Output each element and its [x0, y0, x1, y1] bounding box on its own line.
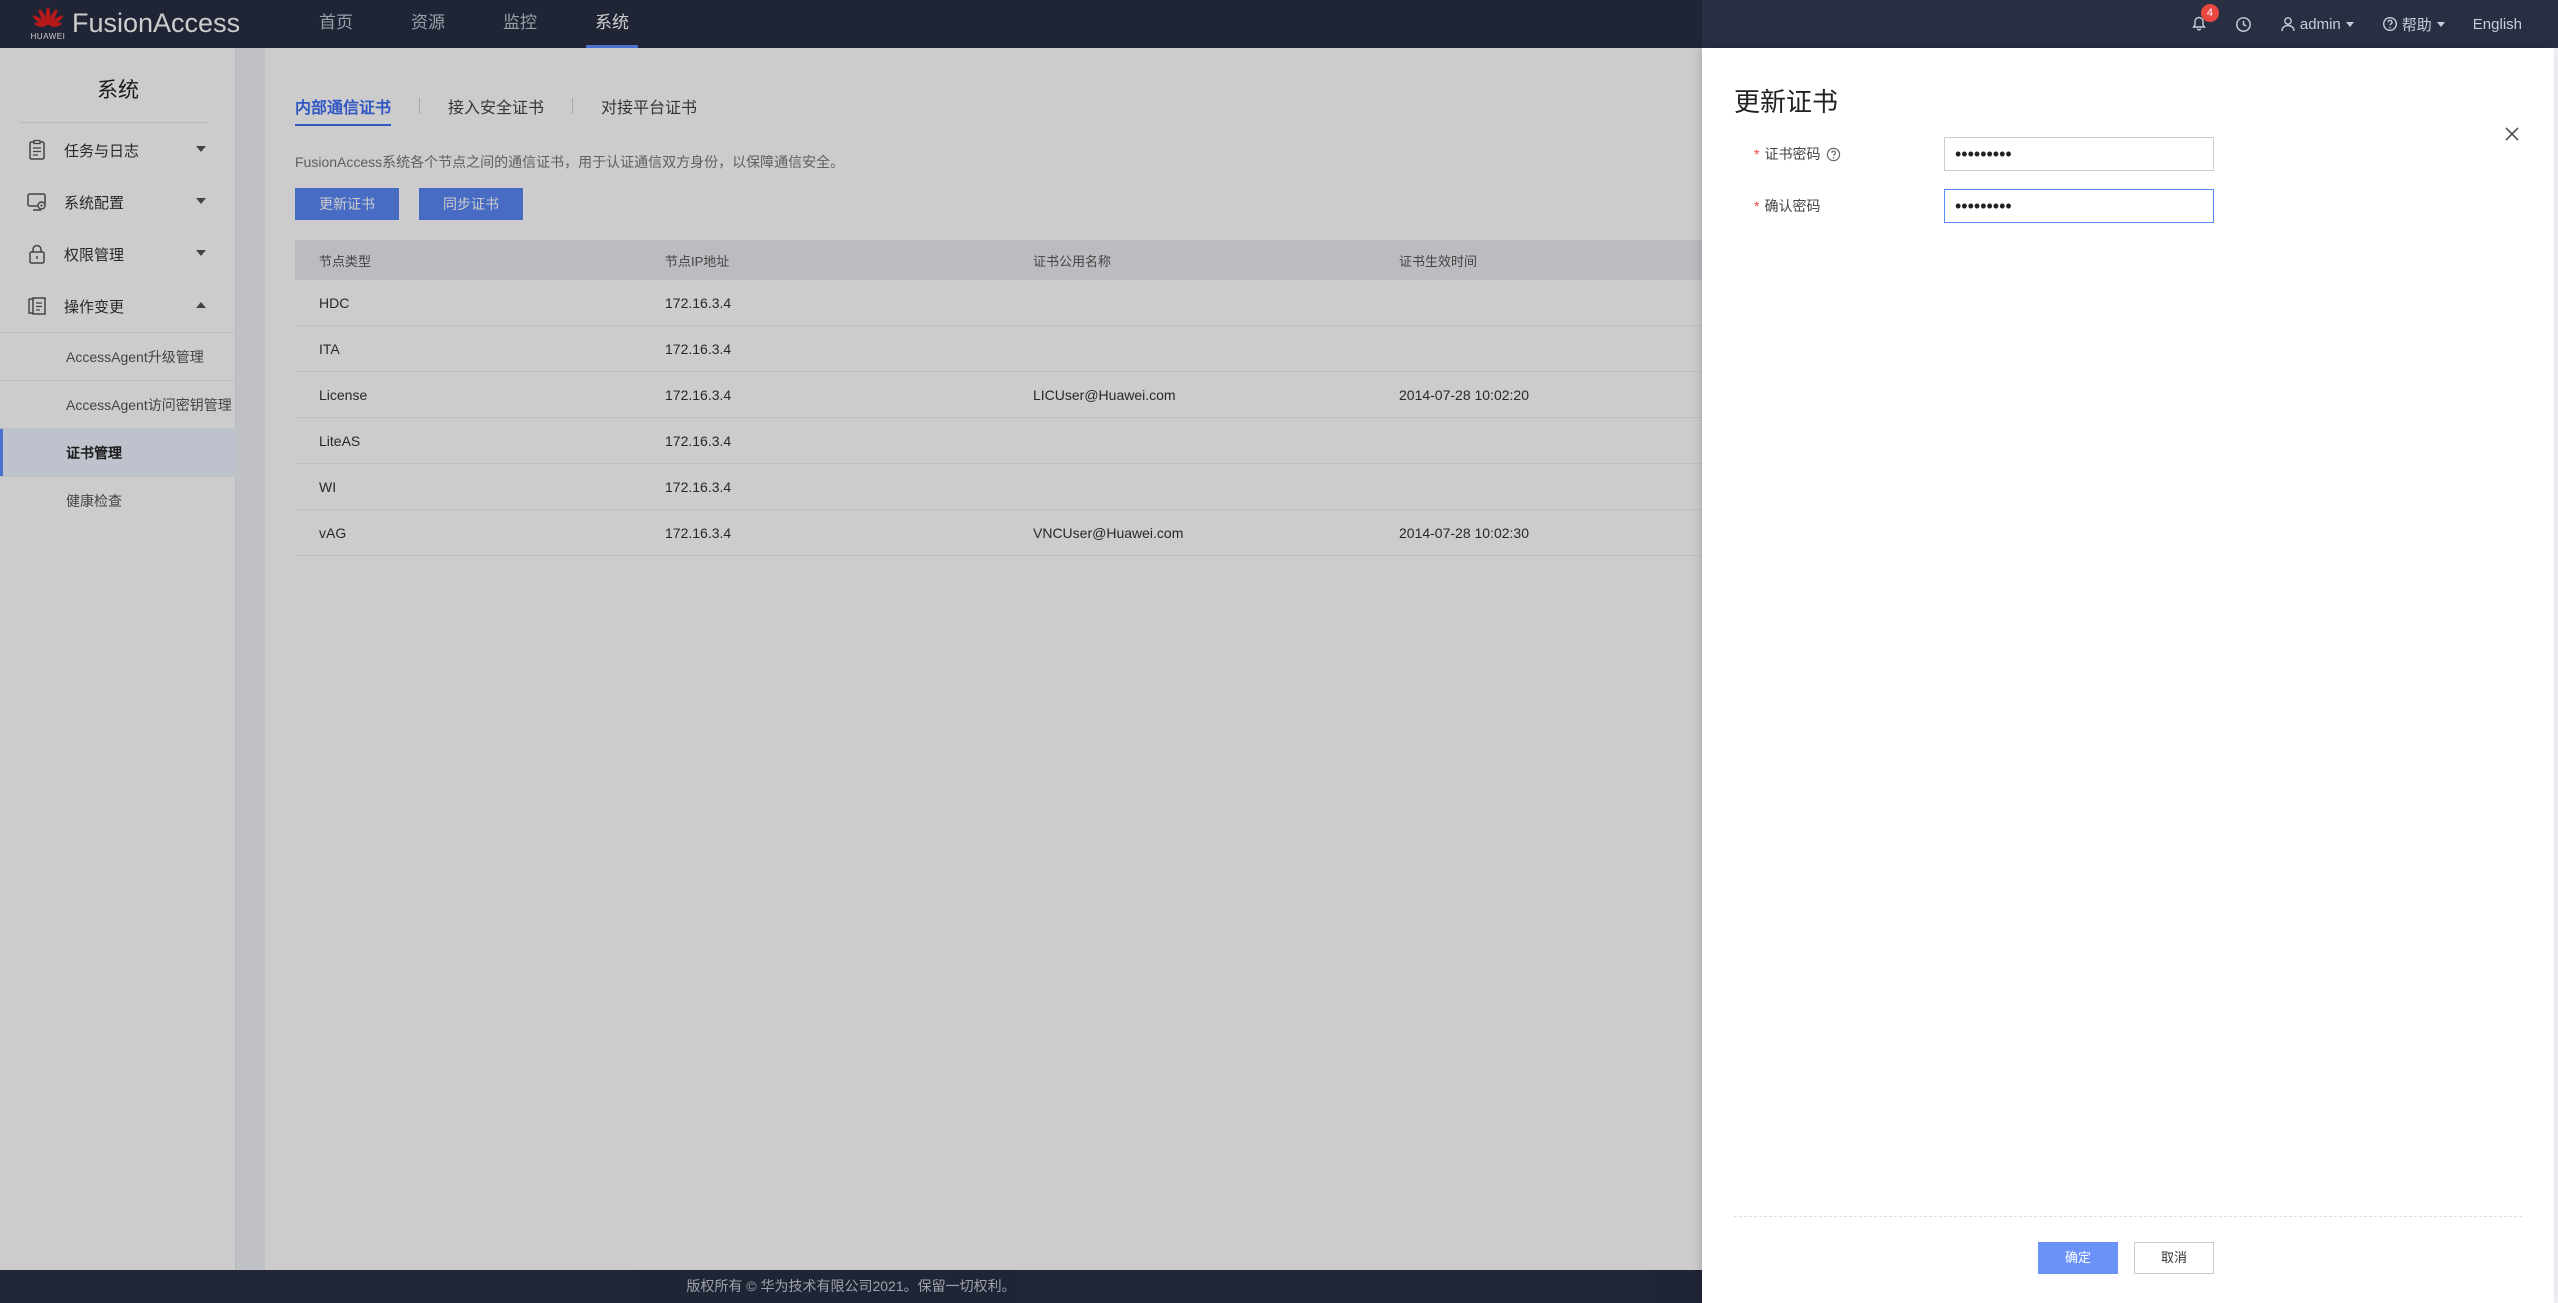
modal-overlay[interactable]	[0, 0, 1702, 1303]
chevron-down-icon	[2436, 21, 2445, 27]
cert-password-label-text: 证书密码	[1764, 146, 1821, 162]
cert-password-input[interactable]: •••••••••	[1944, 137, 2214, 171]
help-label: 帮助	[2401, 16, 2432, 34]
clock-icon	[2235, 16, 2251, 32]
confirm-password-input[interactable]: •••••••••	[1944, 189, 2214, 223]
help-icon[interactable]	[1826, 147, 1841, 162]
cancel-button[interactable]: 取消	[2134, 1242, 2214, 1274]
header-tools: 4 admin 帮助 English	[2191, 0, 2558, 48]
update-cert-drawer: 更新证书 * 证书密码 ••••••••• * 确认密码 ••••••••• 确…	[1702, 48, 2554, 1303]
required-marker: *	[1754, 198, 1760, 214]
language-switch[interactable]: English	[2473, 16, 2522, 33]
user-icon	[2281, 17, 2295, 32]
help-icon	[2382, 16, 2397, 32]
confirm-password-label: * 确认密码	[1754, 189, 1820, 223]
confirm-button[interactable]: 确定	[2038, 1242, 2118, 1274]
notification-badge: 4	[2200, 4, 2219, 22]
drawer-divider	[1734, 1216, 2522, 1217]
close-icon[interactable]	[2502, 124, 2522, 144]
username: admin	[2299, 15, 2341, 33]
chevron-down-icon	[2345, 21, 2354, 27]
history-button[interactable]	[2235, 16, 2252, 33]
user-menu[interactable]: admin	[2280, 16, 2354, 33]
help-menu[interactable]: 帮助	[2382, 14, 2445, 35]
notification-button[interactable]: 4	[2191, 4, 2219, 32]
cert-password-label: * 证书密码	[1754, 137, 1841, 171]
confirm-password-label-text: 确认密码	[1764, 198, 1821, 214]
drawer-title: 更新证书	[1734, 87, 1839, 117]
required-marker: *	[1754, 146, 1760, 162]
